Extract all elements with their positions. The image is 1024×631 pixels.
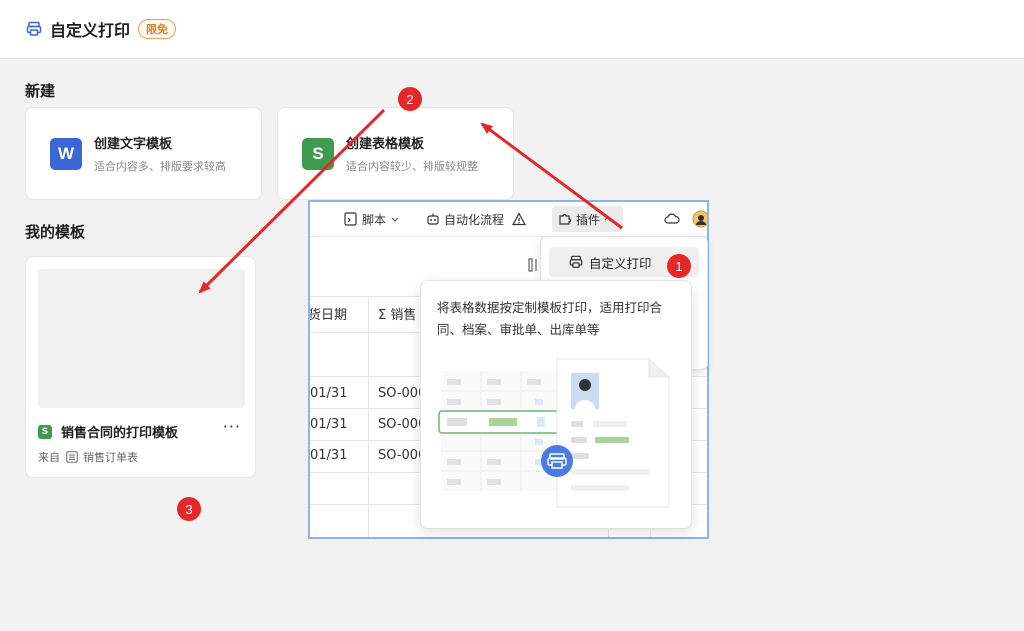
cell-date-3[interactable]: 01/31 xyxy=(310,448,347,463)
template-thumbnail xyxy=(38,269,245,408)
column-header-sales[interactable]: Σ 销售 xyxy=(378,304,416,323)
create-text-template-card[interactable]: W 创建文字模板 适合内容多、排版要求较高 xyxy=(25,107,262,200)
chevron-up-icon xyxy=(604,216,612,221)
plugin-label: 插件 xyxy=(576,212,601,227)
free-badge: 限免 xyxy=(138,19,177,39)
automation-menu[interactable]: 自动化流程 xyxy=(426,202,530,236)
column-header-date[interactable]: 货日期 xyxy=(310,304,347,323)
cell-date-2[interactable]: 01/31 xyxy=(310,417,347,432)
create-sheet-template-desc: 适合内容较少、排版较规整 xyxy=(346,160,478,173)
create-text-template-title: 创建文字模板 xyxy=(94,137,173,152)
cloud-icon xyxy=(664,213,680,224)
top-bar: 自定义打印 限免 xyxy=(0,0,1024,59)
warning-icon xyxy=(512,212,527,226)
plugin-menu[interactable]: 插件 xyxy=(552,206,624,232)
create-sheet-template-title: 创建表格模板 xyxy=(346,137,425,152)
printer-icon xyxy=(569,255,583,268)
step-badge-3: 3 xyxy=(177,497,201,521)
table-icon xyxy=(66,451,78,463)
step-badge-1: 1 xyxy=(667,254,691,278)
section-title-my-templates: 我的模板 xyxy=(25,223,86,241)
column-toggle-icon xyxy=(528,258,537,272)
avatar-icon xyxy=(692,210,707,228)
chevron-down-icon xyxy=(391,217,399,222)
script-menu[interactable]: 脚本 xyxy=(344,202,404,236)
cell-date-1[interactable]: 01/31 xyxy=(310,386,347,401)
tooltip-description: 将表格数据按定制模板打印，适用打印合同、档案、审批单、出库单等 xyxy=(437,300,663,337)
from-label: 来自 xyxy=(38,451,60,464)
overlay-toolbar: 脚本 自动化流程 插件 xyxy=(310,202,707,237)
script-label: 脚本 xyxy=(362,212,387,227)
create-sheet-template-card[interactable]: S 创建表格模板 适合内容较少、排版较规整 xyxy=(277,107,514,200)
print-illustration xyxy=(438,358,670,508)
user-avatar[interactable] xyxy=(692,202,707,236)
page-title: 自定义打印 xyxy=(50,21,131,40)
step-badge-2: 2 xyxy=(398,87,422,111)
puzzle-icon xyxy=(559,213,572,225)
sheet-doc-icon: S xyxy=(302,137,334,170)
source-table-name[interactable]: 销售订单表 xyxy=(83,449,138,465)
more-options-icon[interactable]: ··· xyxy=(223,417,241,436)
custom-print-label: 自定义打印 xyxy=(589,255,652,271)
sheet-icon: S xyxy=(38,424,52,439)
section-title-new: 新建 xyxy=(25,82,56,100)
word-doc-icon: W xyxy=(50,137,82,170)
create-text-template-desc: 适合内容多、排版要求较高 xyxy=(94,160,226,173)
template-card[interactable]: S 销售合同的打印模板 ··· 来自 销售订单表 xyxy=(25,256,256,478)
cloud-sync-button[interactable] xyxy=(664,202,684,236)
template-name: 销售合同的打印模板 xyxy=(61,426,179,441)
script-icon xyxy=(344,212,357,226)
custom-print-tooltip: 将表格数据按定制模板打印，适用打印合同、档案、审批单、出库单等 xyxy=(420,280,692,529)
robot-icon xyxy=(427,213,439,225)
automation-label: 自动化流程 xyxy=(444,212,505,227)
printer-icon xyxy=(26,21,42,36)
